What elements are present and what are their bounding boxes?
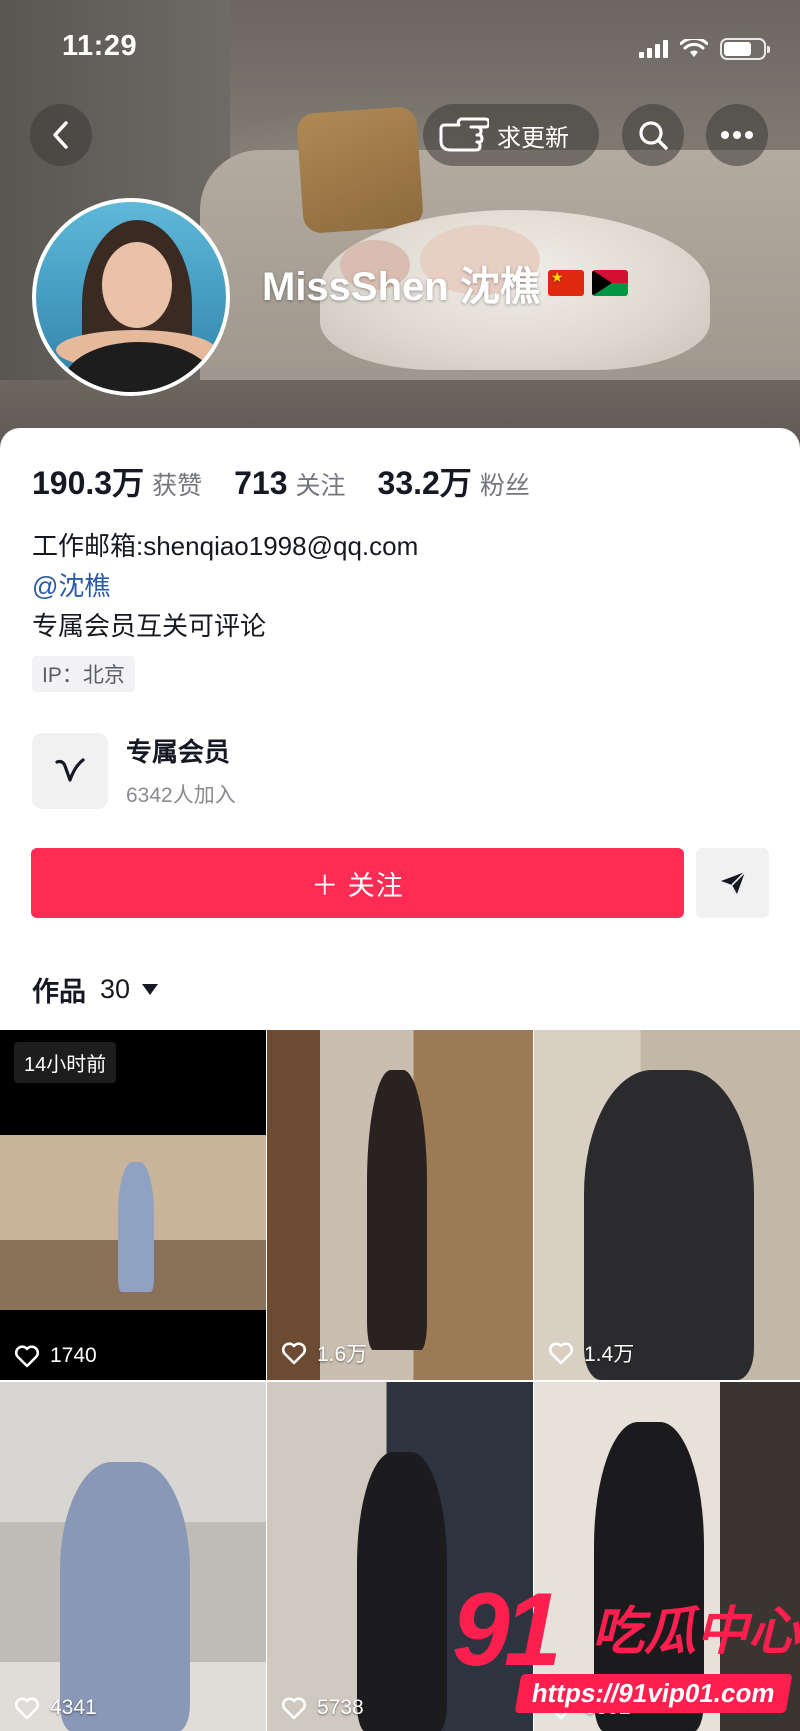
profile-name: MissShen 沈樵 [262,254,628,312]
stat-following[interactable]: 713 关注 [234,465,345,502]
time-badge: 14小时前 [14,1042,117,1083]
stat-value: 713 [234,465,288,501]
works-label: 作品 [32,977,86,1007]
member-v-icon [32,732,108,809]
watermark-number: 91 [452,1572,562,1688]
search-button[interactable] [622,104,684,166]
status-icons [639,38,770,60]
flag-vanuatu-icon [591,270,628,296]
back-button[interactable] [30,104,92,166]
request-update-label: 求更新 [497,124,569,152]
stat-label: 粉丝 [479,472,530,500]
like-count: 1.4万 [584,1343,635,1366]
bio-mention-link[interactable]: @沈樵 [32,566,110,603]
member-title: 专属会员 [126,737,231,767]
video-tile[interactable]: 14小时前 1740 [0,1030,266,1380]
like-count: 1740 [50,1344,97,1367]
more-dots-icon [721,131,753,139]
search-icon [639,121,668,150]
caret-down-icon [142,984,159,995]
send-icon [720,871,746,894]
cover-pillow [295,105,425,235]
flag-china-icon [547,270,584,296]
video-tile[interactable]: 1.4万 [534,1030,800,1380]
like-count: 5738 [317,1696,364,1719]
watermark-logo: 91 吃瓜中心 https://91vip01.com [452,1578,800,1731]
works-tab[interactable]: 作品 30 [32,970,159,1009]
watermark-text: 吃瓜中心 [592,1603,800,1661]
stat-label: 获赞 [152,472,203,500]
nickname-text: MissShen 沈樵 [262,265,540,309]
heart-icon [14,1345,40,1368]
heart-icon [14,1697,40,1720]
status-time: 11:29 [62,30,138,62]
video-tile[interactable]: 1.6万 [267,1030,533,1380]
like-count: 1.6万 [317,1343,368,1366]
battery-icon [720,38,770,60]
watermark-url: https://91vip01.com [514,1674,793,1713]
status-bar: 11:29 [0,0,800,90]
avatar[interactable] [32,198,230,396]
bio-email: 工作邮箱:shenqiao1998@qq.com [32,531,419,561]
wifi-icon [680,39,708,57]
request-update-button[interactable]: 求更新 [423,104,599,166]
stat-followers[interactable]: 33.2万 粉丝 [378,458,530,504]
stats-row: 190.3万 获赞 713 关注 33.2万 粉丝 [32,458,562,504]
like-count: 4341 [50,1696,97,1719]
exclusive-member-entry[interactable]: 专属会员 6342人加入 [32,732,236,809]
stat-label: 关注 [295,472,346,500]
heart-icon [281,1697,307,1720]
heart-icon [548,1342,574,1365]
stat-value: 33.2万 [377,465,472,501]
bio-description: 专属会员互关可评论 [32,611,267,641]
works-count: 30 [100,974,131,1004]
ip-location-tag: IP：北京 [32,656,135,692]
stat-likes[interactable]: 190.3万 获赞 [32,458,202,504]
more-button[interactable] [706,104,768,166]
heart-icon [281,1342,307,1365]
chevron-left-icon [53,121,68,149]
pointing-hand-icon [439,117,489,152]
cellular-signal-icon [639,40,668,58]
video-tile[interactable]: 4341 [0,1382,266,1731]
follow-button[interactable]: ＋ 关注 [31,848,684,918]
member-count: 6342人加入 [126,784,236,807]
share-button[interactable] [696,848,769,918]
stat-value: 190.3万 [32,465,145,501]
